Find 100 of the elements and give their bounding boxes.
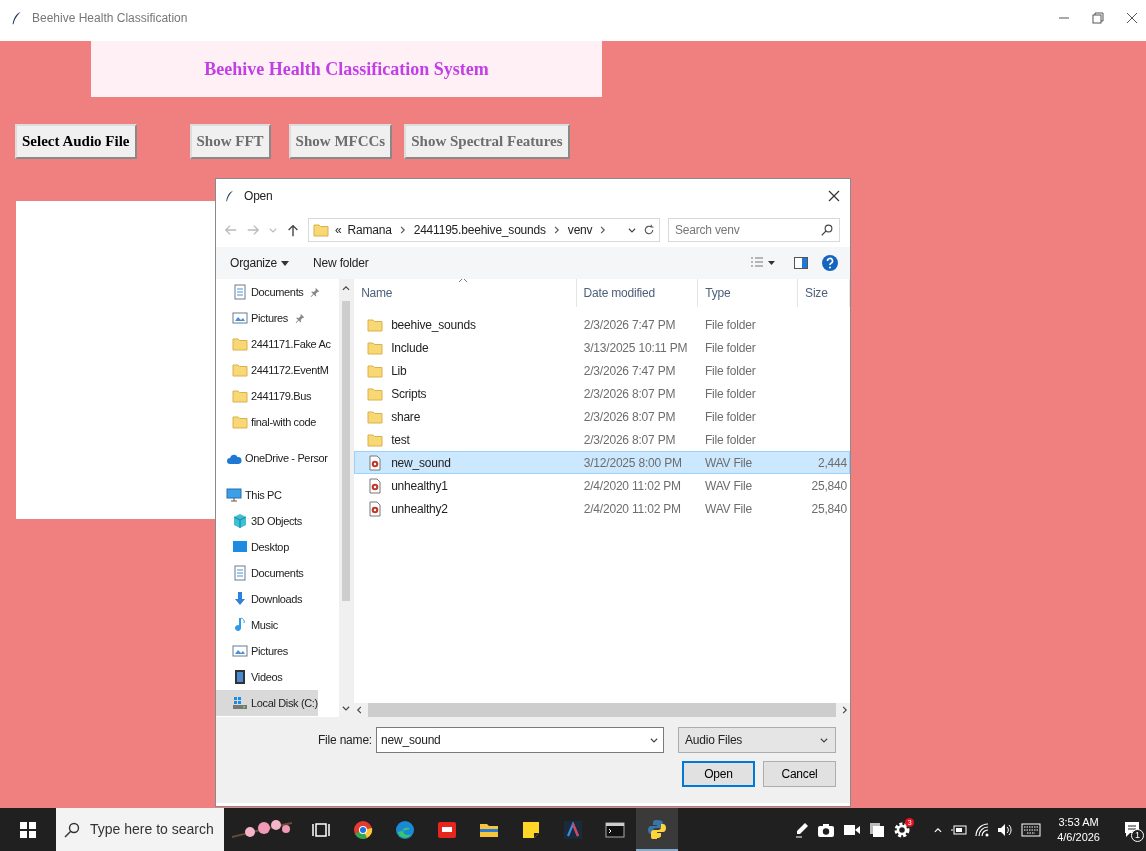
file-row[interactable]: unhealthy1 2/4/2020 11:02 PM WAV File 25,840 bbox=[354, 474, 850, 497]
restore-icon[interactable] bbox=[1092, 12, 1104, 24]
folder-icon bbox=[232, 388, 248, 404]
camera-icon[interactable] bbox=[817, 821, 836, 838]
video-camera-icon[interactable] bbox=[843, 822, 862, 837]
overflow-chevrons[interactable]: « bbox=[335, 221, 342, 239]
file-row[interactable]: new_sound 3/12/2025 8:00 PM WAV File 2,444 bbox=[354, 451, 850, 474]
dialog-button[interactable]: Cancel bbox=[763, 761, 836, 787]
taskbar-button[interactable] bbox=[636, 808, 678, 851]
search-field[interactable]: Search venv bbox=[668, 218, 840, 242]
folder-icon bbox=[232, 336, 248, 352]
filename-field[interactable]: new_sound bbox=[376, 727, 664, 753]
app-button[interactable]: Select Audio File bbox=[15, 124, 137, 159]
column-header[interactable]: Date modified bbox=[576, 279, 699, 307]
scroll-down-icon[interactable] bbox=[341, 703, 352, 713]
scroll-right-icon[interactable] bbox=[840, 705, 850, 715]
close-icon[interactable] bbox=[1126, 12, 1138, 24]
folder-icon bbox=[367, 408, 384, 425]
sticky-note-icon[interactable] bbox=[521, 819, 541, 840]
taskbar-search-field[interactable]: Type here to search bbox=[56, 808, 224, 851]
scrollbar[interactable] bbox=[339, 279, 354, 717]
notification-center-button[interactable]: 1 bbox=[1124, 820, 1140, 839]
nav-item[interactable]: This PC bbox=[216, 482, 318, 509]
dialog-button[interactable]: Open bbox=[682, 761, 755, 787]
file-row[interactable]: Include 3/13/2025 10:11 PM File folder bbox=[354, 336, 850, 359]
nav-item[interactable]: OneDrive - Persor bbox=[216, 445, 328, 472]
column-header[interactable]: Name bbox=[354, 279, 577, 307]
up-arrow-icon[interactable] bbox=[286, 223, 300, 237]
scrollbar[interactable] bbox=[354, 703, 850, 717]
nav-item[interactable]: Music bbox=[216, 612, 318, 639]
folder-icon bbox=[367, 316, 384, 333]
browser-icon[interactable] bbox=[353, 819, 373, 840]
settings-icon bbox=[893, 820, 912, 839]
sort-caret-icon[interactable] bbox=[458, 279, 469, 283]
nav-item[interactable]: final-with code bbox=[216, 409, 331, 435]
document-icon bbox=[232, 284, 248, 300]
drive-icon bbox=[232, 695, 248, 712]
nav-item[interactable]: 2441171.Fake Ac bbox=[216, 331, 331, 357]
breadcrumb-item[interactable]: venv bbox=[567, 221, 593, 239]
nav-item[interactable]: Downloads bbox=[216, 586, 318, 613]
clock[interactable]: 3:53 AM 4/6/2026 bbox=[1057, 815, 1100, 844]
start-icon[interactable] bbox=[20, 821, 36, 838]
organize-menu[interactable]: Organize bbox=[230, 254, 290, 272]
file-row[interactable]: share 2/3/2026 8:07 PM File folder bbox=[354, 405, 850, 428]
folder-icon bbox=[232, 414, 248, 430]
nav-item[interactable]: Pictures bbox=[216, 305, 331, 331]
search-icon[interactable] bbox=[821, 224, 833, 236]
battery-icon[interactable] bbox=[951, 823, 968, 836]
nav-item[interactable]: Documents bbox=[216, 279, 331, 305]
music-note-icon bbox=[232, 617, 248, 634]
file-row[interactable]: Lib 2/3/2026 7:47 PM File folder bbox=[354, 359, 850, 382]
nav-item[interactable]: Local Disk (C:) bbox=[216, 690, 318, 717]
field-label: File name: bbox=[317, 732, 372, 749]
nav-item[interactable]: 3D Objects bbox=[216, 508, 318, 535]
folder-icon bbox=[367, 362, 384, 379]
nav-item[interactable]: Documents bbox=[216, 560, 318, 587]
document-icon bbox=[232, 565, 248, 582]
address-bar[interactable]: « Ramana 2441195.beehive_sounds venv bbox=[308, 218, 660, 242]
breadcrumb-item[interactable]: Ramana bbox=[347, 221, 392, 239]
computer-icon bbox=[226, 487, 242, 504]
nav-item[interactable]: Desktop bbox=[216, 534, 318, 561]
file-row[interactable]: unhealthy2 2/4/2020 11:02 PM WAV File 25,840 bbox=[354, 497, 850, 520]
refresh-icon[interactable] bbox=[643, 224, 655, 236]
nav-item[interactable]: Videos bbox=[216, 664, 318, 691]
nav-item[interactable]: 2441172.EventM bbox=[216, 357, 331, 383]
column-header[interactable]: Type bbox=[698, 279, 799, 307]
folder-icon bbox=[367, 431, 384, 448]
copy-icon[interactable] bbox=[869, 821, 886, 838]
file-row[interactable]: Scripts 2/3/2026 8:07 PM File folder bbox=[354, 382, 850, 405]
scroll-up-icon[interactable] bbox=[341, 283, 352, 293]
python-icon bbox=[647, 818, 667, 839]
breadcrumb-item[interactable]: 2441195.beehive_sounds bbox=[413, 221, 546, 239]
audio-file-icon bbox=[367, 500, 384, 517]
wifi-icon[interactable] bbox=[975, 822, 990, 837]
folder-icon bbox=[367, 339, 384, 356]
help-icon[interactable] bbox=[822, 255, 838, 271]
app-heading: Beehive Health Classification System bbox=[204, 57, 489, 81]
cube-icon bbox=[232, 513, 248, 530]
office-app-icon[interactable] bbox=[437, 819, 457, 840]
dropdown-caret-icon[interactable] bbox=[649, 735, 659, 745]
file-row[interactable]: beehive_sounds 2/3/2026 7:47 PM File folder bbox=[354, 313, 850, 336]
column-header[interactable]: Size bbox=[798, 279, 850, 307]
dropdown-caret-icon[interactable] bbox=[627, 225, 637, 235]
pen-icon[interactable] bbox=[795, 821, 810, 838]
nav-item[interactable]: Pictures bbox=[216, 638, 318, 665]
view-options-icon[interactable] bbox=[750, 256, 776, 270]
file-type-dropdown[interactable]: Audio Files bbox=[678, 727, 836, 753]
folder-icon bbox=[367, 385, 384, 402]
terminal-icon[interactable] bbox=[605, 819, 625, 840]
browser-icon[interactable] bbox=[395, 819, 415, 840]
nav-item[interactable]: 2441179.Bus bbox=[216, 383, 331, 409]
volume-icon[interactable] bbox=[997, 822, 1014, 837]
folder-icon bbox=[232, 362, 248, 378]
search-icon bbox=[64, 821, 80, 838]
file-row[interactable]: test 2/3/2026 8:07 PM File folder bbox=[354, 428, 850, 451]
close-icon[interactable] bbox=[828, 190, 840, 202]
app-icon[interactable] bbox=[563, 819, 583, 840]
new-folder-button[interactable]: New folder bbox=[313, 254, 750, 272]
preview-pane-icon[interactable] bbox=[794, 257, 808, 269]
keyboard-icon[interactable] bbox=[1021, 822, 1042, 837]
